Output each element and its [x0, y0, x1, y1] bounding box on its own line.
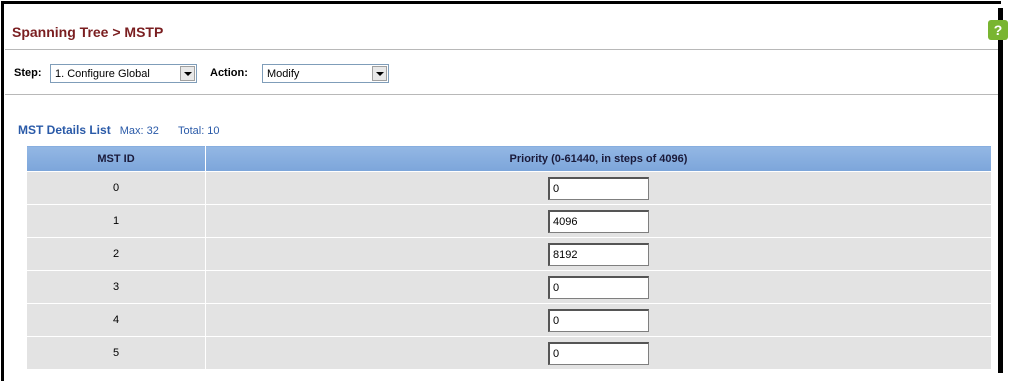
mst-id-cell: 4 — [26, 303, 206, 337]
mst-id-cell: 3 — [26, 270, 206, 304]
column-header-priority: Priority (0-61440, in steps of 4096) — [205, 145, 992, 172]
mst-id-cell: 1 — [26, 204, 206, 238]
priority-cell — [205, 237, 992, 271]
priority-input[interactable] — [548, 242, 649, 266]
column-header-mst-id: MST ID — [26, 145, 206, 172]
table-row: 0 — [26, 171, 992, 205]
action-label: Action: — [210, 67, 248, 79]
priority-input[interactable] — [548, 341, 649, 365]
table-row: 5 — [26, 336, 992, 370]
mst-details-table: MST ID Priority (0-61440, in steps of 40… — [26, 145, 992, 370]
priority-cell — [205, 336, 992, 370]
table-header-row: MST ID Priority (0-61440, in steps of 40… — [26, 145, 992, 172]
priority-cell — [205, 204, 992, 238]
action-select[interactable]: Modify — [262, 64, 389, 83]
frame-shadow — [998, 8, 1003, 373]
list-max: Max: 32 — [119, 125, 159, 137]
table-row: 1 — [26, 204, 992, 238]
priority-cell — [205, 270, 992, 304]
help-icon[interactable]: ? — [988, 20, 1008, 40]
step-select-value: 1. Configure Global — [55, 68, 150, 80]
mst-id-cell: 2 — [26, 237, 206, 271]
priority-input[interactable] — [548, 275, 649, 299]
priority-cell — [205, 171, 992, 205]
mst-id-cell: 5 — [26, 336, 206, 370]
list-title: MST Details List — [18, 123, 111, 137]
divider — [5, 49, 998, 50]
list-header: MST Details List Max: 32 Total: 10 — [18, 123, 220, 137]
chevron-down-icon[interactable] — [372, 66, 387, 81]
priority-input[interactable] — [548, 176, 649, 200]
table-row: 4 — [26, 303, 992, 337]
step-label: Step: — [14, 67, 42, 79]
list-total: Total: 10 — [177, 125, 220, 137]
mst-id-cell: 0 — [26, 171, 206, 205]
table-row: 3 — [26, 270, 992, 304]
table-row: 2 — [26, 237, 992, 271]
priority-input[interactable] — [548, 308, 649, 332]
priority-cell — [205, 303, 992, 337]
action-select-value: Modify — [267, 68, 300, 80]
priority-input[interactable] — [548, 209, 649, 233]
divider — [5, 94, 998, 95]
step-select[interactable]: 1. Configure Global — [50, 64, 197, 83]
page-title: Spanning Tree > MSTP — [12, 24, 164, 40]
chevron-down-icon[interactable] — [180, 66, 195, 81]
